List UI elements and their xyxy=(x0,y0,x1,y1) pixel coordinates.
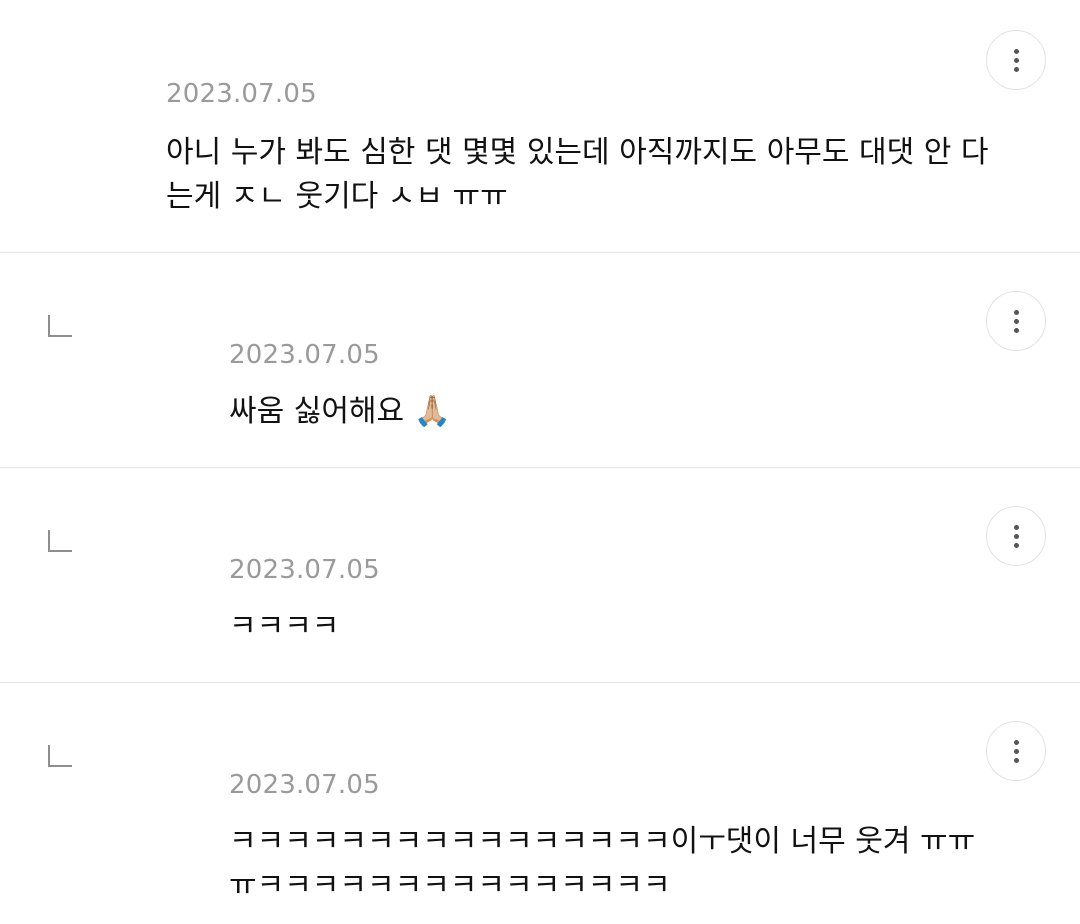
reply-arrow-icon xyxy=(48,745,72,767)
more-vertical-icon xyxy=(1013,739,1019,763)
reply-arrow-icon xyxy=(48,530,72,552)
comment-date: 2023.07.05 xyxy=(229,555,380,585)
comment-text: ㅋㅋㅋㅋㅋㅋㅋㅋㅋㅋㅋㅋㅋㅋㅋㅋ이ㅜ댓이 너무 웃겨 ㅠㅠㅠㅋㅋㅋㅋㅋㅋㅋㅋㅋㅋ… xyxy=(229,824,976,903)
comment-text: ㅋㅋㅋㅋ xyxy=(229,609,340,644)
comment-text: 아니 누가 봐도 심한 댓 몇몇 있는데 아직까지도 아무도 대댓 안 다는게 … xyxy=(166,135,989,214)
reply-arrow-icon xyxy=(48,315,72,337)
reply-item: 2023.07.05 ㅋㅋㅋㅋㅋㅋㅋㅋㅋㅋㅋㅋㅋㅋㅋㅋ이ㅜ댓이 너무 웃겨 ㅠㅠ… xyxy=(0,683,1080,924)
comment-date: 2023.07.05 xyxy=(166,79,317,109)
more-options-button[interactable] xyxy=(986,721,1046,781)
more-vertical-icon xyxy=(1013,48,1019,72)
comment-date: 2023.07.05 xyxy=(229,340,380,370)
comment-date: 2023.07.05 xyxy=(229,770,380,800)
comment-item: 2023.07.05 아니 누가 봐도 심한 댓 몇몇 있는데 아직까지도 아무… xyxy=(0,0,1080,253)
comment-text: 싸움 싫어해요 🙏🏼 xyxy=(229,394,452,429)
more-vertical-icon xyxy=(1013,309,1019,333)
more-options-button[interactable] xyxy=(986,291,1046,351)
more-options-button[interactable] xyxy=(986,506,1046,566)
more-options-button[interactable] xyxy=(986,30,1046,90)
more-vertical-icon xyxy=(1013,524,1019,548)
reply-item: 2023.07.05 싸움 싫어해요 🙏🏼 xyxy=(0,253,1080,468)
reply-item: 2023.07.05 ㅋㅋㅋㅋ xyxy=(0,468,1080,683)
